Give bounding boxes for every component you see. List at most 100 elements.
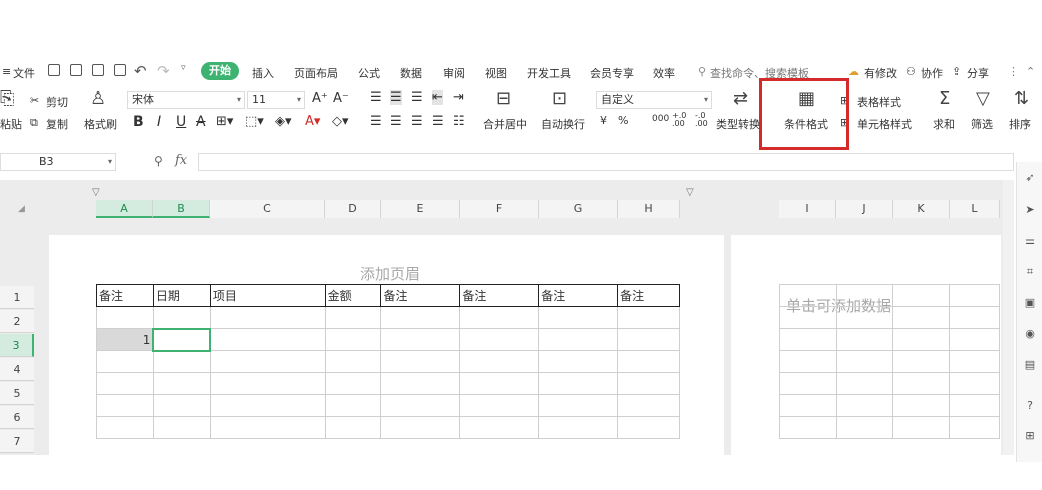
cell[interactable] bbox=[617, 350, 680, 373]
cell[interactable] bbox=[209, 328, 326, 351]
cell[interactable] bbox=[892, 416, 951, 439]
table-style-button[interactable]: 表格样式 bbox=[857, 94, 901, 110]
cell-g1[interactable]: 备注 bbox=[538, 284, 619, 307]
justify-icon[interactable]: ☰ bbox=[432, 114, 444, 129]
zoom-icon[interactable]: ⚲ bbox=[154, 154, 163, 168]
align-middle-icon[interactable]: ☰ bbox=[390, 90, 402, 105]
increase-decimal-button[interactable]: +.0 .00 bbox=[672, 112, 686, 128]
cell-h1[interactable]: 备注 bbox=[617, 284, 680, 307]
slider-icon[interactable]: ⚌ bbox=[1024, 235, 1036, 247]
cell[interactable] bbox=[835, 350, 894, 373]
decrease-decimal-button[interactable]: -.0 .00 bbox=[695, 112, 708, 128]
rocket-icon[interactable]: ➶ bbox=[1024, 172, 1036, 184]
undo-icon[interactable]: ↶ bbox=[134, 62, 147, 80]
tab-insert[interactable]: 插入 bbox=[252, 65, 274, 81]
cell[interactable] bbox=[459, 306, 540, 329]
align-left-icon[interactable]: ☰ bbox=[370, 114, 382, 129]
export-pdf-icon[interactable] bbox=[70, 64, 82, 76]
cell[interactable] bbox=[779, 350, 837, 373]
select-all-icon[interactable]: ◢ bbox=[18, 204, 25, 214]
cell[interactable] bbox=[380, 394, 461, 417]
cell[interactable] bbox=[380, 350, 461, 373]
cell[interactable] bbox=[892, 372, 951, 395]
quick-access-dropdown-icon[interactable]: ▿ bbox=[181, 63, 186, 73]
cell[interactable] bbox=[779, 306, 837, 329]
align-bottom-icon[interactable]: ☰ bbox=[411, 90, 423, 105]
cell[interactable] bbox=[835, 372, 894, 395]
tab-developer[interactable]: 开发工具 bbox=[527, 65, 571, 81]
cell[interactable] bbox=[209, 372, 326, 395]
row-header-2[interactable]: 2 bbox=[0, 310, 34, 333]
column-header-l[interactable]: L bbox=[950, 200, 1000, 218]
layout-icon[interactable]: ⊞ bbox=[1024, 430, 1036, 442]
number-format-select[interactable]: 自定义 ▾ bbox=[596, 91, 712, 109]
cell[interactable] bbox=[96, 306, 154, 329]
cell-c1[interactable]: 项目 bbox=[209, 284, 326, 307]
tab-efficiency[interactable]: 效率 bbox=[653, 65, 675, 81]
cell[interactable] bbox=[324, 416, 382, 439]
cell[interactable] bbox=[538, 306, 619, 329]
location-icon[interactable]: ◉ bbox=[1024, 328, 1036, 340]
share-button[interactable]: 分享 bbox=[967, 65, 989, 81]
type-convert-button[interactable]: 类型转换 bbox=[716, 116, 760, 132]
vertical-scrollbar[interactable] bbox=[1003, 180, 1014, 455]
more-icon[interactable]: ⋮ bbox=[1008, 65, 1019, 78]
cell[interactable] bbox=[779, 416, 837, 439]
cell[interactable] bbox=[779, 394, 837, 417]
cell[interactable] bbox=[324, 350, 382, 373]
cell[interactable] bbox=[892, 328, 951, 351]
cell[interactable] bbox=[835, 416, 894, 439]
cell[interactable] bbox=[949, 394, 1000, 417]
cell[interactable] bbox=[152, 372, 211, 395]
page-header-placeholder[interactable]: 添加页眉 bbox=[360, 263, 420, 284]
tab-view[interactable]: 视图 bbox=[485, 65, 507, 81]
formula-input[interactable] bbox=[198, 153, 1014, 171]
copy-button[interactable]: 复制 bbox=[46, 116, 68, 132]
align-top-icon[interactable]: ☰ bbox=[370, 90, 382, 105]
tab-member[interactable]: 会员专享 bbox=[590, 65, 634, 81]
font-color-icon[interactable]: A▾ bbox=[305, 114, 320, 129]
cell[interactable] bbox=[459, 372, 540, 395]
cell[interactable] bbox=[617, 394, 680, 417]
fx-icon[interactable]: fx bbox=[175, 153, 187, 168]
row-header-1[interactable]: 1 bbox=[0, 286, 34, 309]
column-header-g[interactable]: G bbox=[539, 200, 618, 218]
cell[interactable] bbox=[538, 416, 619, 439]
align-right-icon[interactable]: ☰ bbox=[411, 114, 423, 129]
sort-button[interactable]: 排序 bbox=[1009, 116, 1031, 132]
crop-icon[interactable]: ⌗ bbox=[1024, 266, 1036, 278]
column-header-k[interactable]: K bbox=[893, 200, 950, 218]
thousands-button[interactable]: 000 bbox=[652, 114, 669, 124]
column-header-d[interactable]: D bbox=[325, 200, 381, 218]
cell[interactable] bbox=[538, 372, 619, 395]
collapse-ribbon-icon[interactable]: ⌃ bbox=[1026, 65, 1035, 78]
underline-button[interactable]: U bbox=[176, 114, 186, 130]
cell[interactable] bbox=[152, 350, 211, 373]
cell[interactable] bbox=[324, 372, 382, 395]
cell[interactable] bbox=[835, 284, 894, 307]
clear-format-icon[interactable]: ◇▾ bbox=[332, 114, 349, 129]
cell[interactable] bbox=[459, 350, 540, 373]
column-header-b[interactable]: B bbox=[153, 200, 210, 218]
cell[interactable] bbox=[949, 416, 1000, 439]
cell[interactable] bbox=[538, 328, 619, 351]
cell[interactable] bbox=[324, 394, 382, 417]
font-shrink-button[interactable]: A⁻ bbox=[333, 91, 349, 106]
bold-button[interactable]: B bbox=[133, 114, 144, 130]
font-grow-button[interactable]: A⁺ bbox=[312, 91, 328, 106]
collab-button[interactable]: 协作 bbox=[921, 65, 943, 81]
align-center-icon[interactable]: ☰ bbox=[390, 114, 402, 129]
border-icon[interactable]: ⊞▾ bbox=[216, 114, 233, 129]
font-size-select[interactable]: 11 ▾ bbox=[247, 91, 305, 109]
cell-d1[interactable]: 金额 bbox=[324, 284, 382, 307]
format-painter-button[interactable]: 格式刷 bbox=[84, 116, 117, 132]
percent-button[interactable]: % bbox=[618, 114, 628, 127]
cell[interactable] bbox=[949, 350, 1000, 373]
cell[interactable] bbox=[617, 328, 680, 351]
right-margin-marker-icon[interactable]: ▽ bbox=[686, 187, 694, 198]
merge-center-button[interactable]: 合并居中 bbox=[483, 116, 527, 132]
filter-button[interactable]: 筛选 bbox=[971, 116, 993, 132]
cell[interactable] bbox=[892, 394, 951, 417]
decrease-indent-icon[interactable]: ⇤ bbox=[432, 90, 443, 105]
row-header-3[interactable]: 3 bbox=[0, 334, 34, 357]
